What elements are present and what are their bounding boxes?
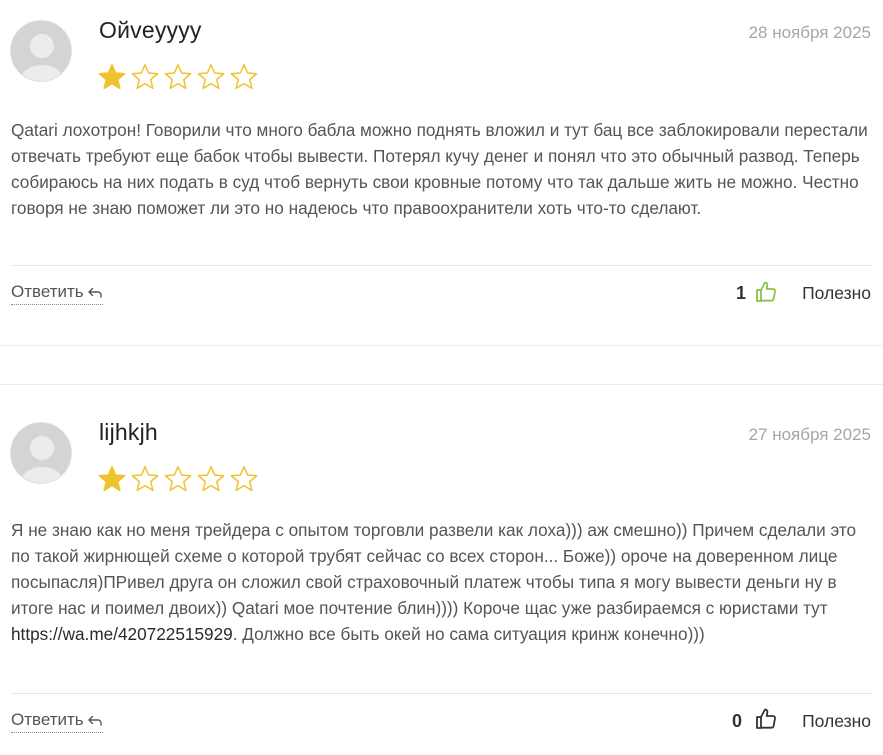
reply-label: Ответить [11, 710, 84, 729]
rating-stars [97, 464, 262, 494]
thumbs-up-icon[interactable] [754, 707, 778, 731]
reply-button[interactable]: Ответить [11, 710, 103, 733]
review-author: Ойveyyyy [99, 17, 202, 43]
helpful-label[interactable]: Полезно [802, 711, 871, 732]
review-text-part: . Должно все быть окей но сама ситуация … [232, 624, 705, 644]
review-text: Qatari лохотрон! Говорили что много бабл… [11, 120, 868, 218]
section-divider [0, 345, 883, 346]
avatar [10, 20, 72, 82]
vote-count: 0 [732, 711, 743, 731]
star-empty-icon [131, 466, 159, 492]
rating-stars [97, 62, 262, 92]
avatar [10, 422, 72, 484]
thumbs-up-icon[interactable] [754, 280, 778, 304]
star-empty-icon [131, 64, 159, 90]
reply-button[interactable]: Ответить [11, 282, 103, 305]
user-silhouette-icon [11, 423, 71, 483]
star-empty-icon [197, 466, 225, 492]
divider [11, 265, 872, 266]
star-filled-icon [98, 466, 126, 492]
review-date: 28 ноября 2025 [748, 23, 871, 42]
star-empty-icon [164, 466, 192, 492]
review-text: Я не знаю как но меня трейдера с опытом … [11, 517, 873, 647]
reply-label: Ответить [11, 282, 84, 301]
star-empty-icon [230, 466, 258, 492]
star-empty-icon [164, 64, 192, 90]
star-filled-icon [98, 64, 126, 90]
helpful-label[interactable]: Полезно [802, 283, 871, 304]
review-text-part: Я не знаю как но меня трейдера с опытом … [11, 520, 857, 618]
star-empty-icon [197, 64, 225, 90]
whatsapp-link[interactable]: https://wa.me/420722515929 [11, 624, 233, 644]
vote-count: 1 [736, 283, 747, 303]
star-empty-icon [230, 64, 258, 90]
reply-arrow-icon [87, 287, 102, 298]
section-divider [0, 384, 883, 385]
review-author: lijhkjh [99, 419, 158, 445]
user-silhouette-icon [11, 21, 71, 81]
divider [11, 693, 872, 694]
reply-arrow-icon [87, 715, 102, 726]
review-date: 27 ноября 2025 [748, 425, 871, 444]
